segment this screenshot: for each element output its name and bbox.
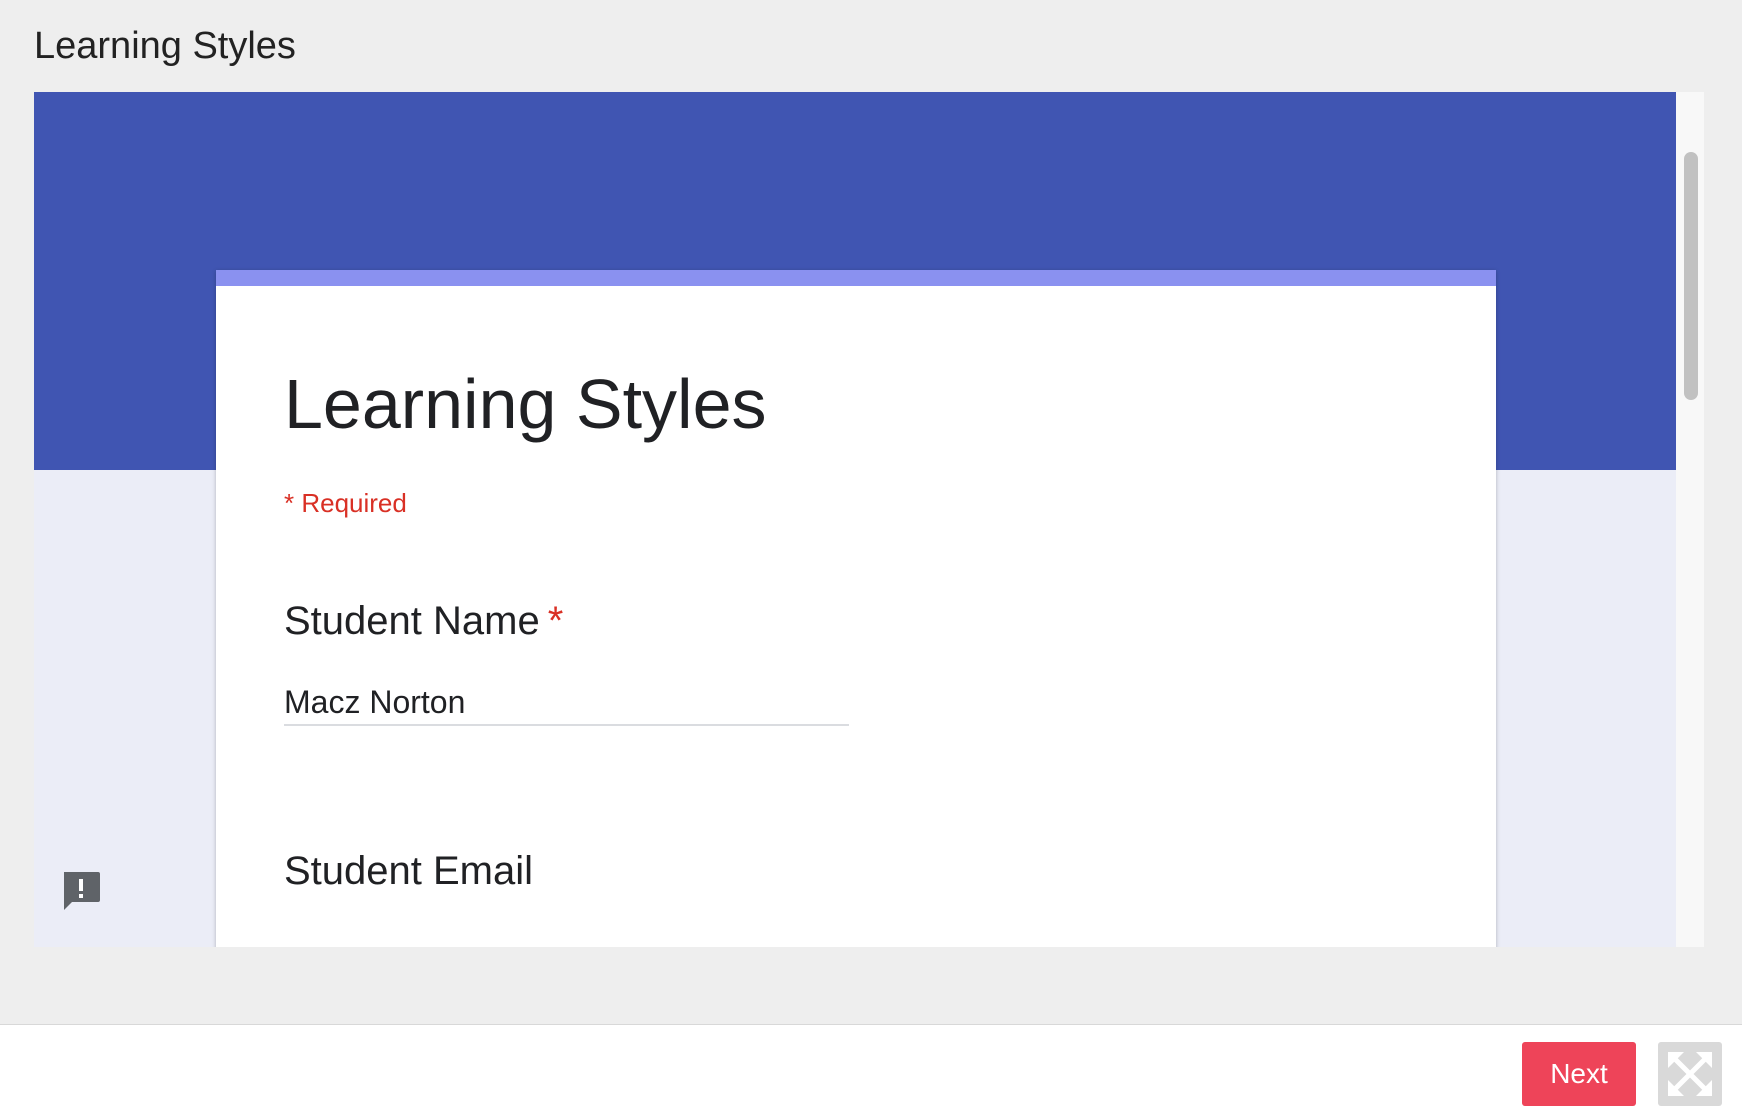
embedded-form-frame: Learning Styles * Required Student Name *… <box>34 92 1676 947</box>
required-note: * Required <box>284 488 407 518</box>
bottom-bar: Next <box>0 1024 1742 1118</box>
form-card: Learning Styles * Required Student Name *… <box>216 270 1496 947</box>
fullscreen-icon <box>1668 1052 1712 1096</box>
page: Learning Styles Learning Styles * Requir… <box>0 0 1742 1118</box>
form-title: Learning Styles <box>284 365 767 443</box>
question-label-student-name: Student Name * <box>284 596 563 646</box>
question-label-student-email: Student Email <box>284 849 534 893</box>
form-card-accent <box>216 270 1496 286</box>
report-feedback-icon[interactable] <box>60 870 102 914</box>
student-name-input[interactable] <box>284 680 849 726</box>
question-label-text: Student Name <box>284 599 540 643</box>
required-marker: * <box>547 599 564 643</box>
next-button[interactable]: Next <box>1522 1042 1636 1106</box>
fullscreen-button[interactable] <box>1658 1042 1722 1106</box>
scrollbar-thumb[interactable] <box>1684 152 1698 400</box>
scrollbar-track[interactable] <box>1676 92 1704 947</box>
page-title: Learning Styles <box>34 25 296 67</box>
